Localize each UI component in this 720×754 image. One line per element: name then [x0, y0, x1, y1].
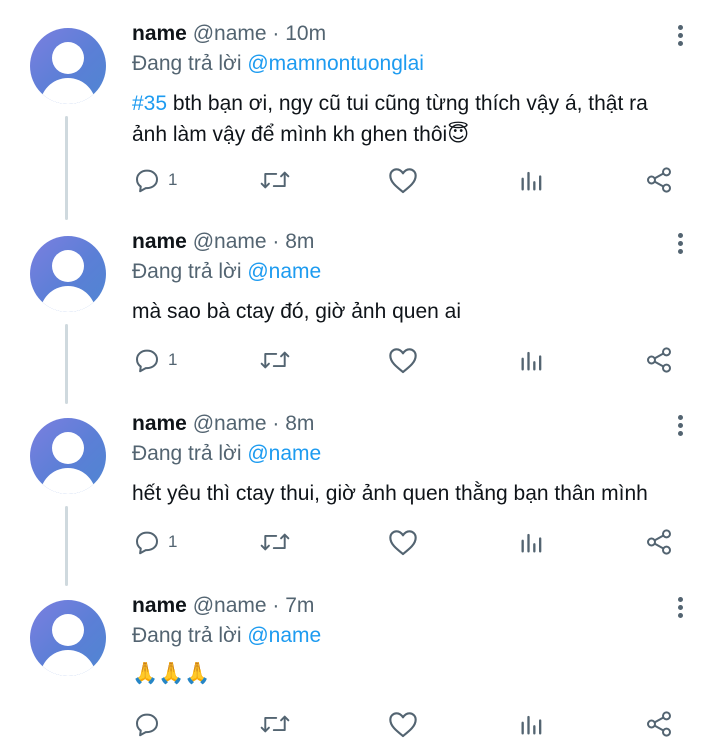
tweet-actions: 1 [0, 162, 720, 198]
reply-icon [136, 713, 158, 737]
reply-button[interactable] [132, 706, 168, 742]
display-name[interactable]: name [132, 230, 187, 253]
reply-icon [136, 169, 158, 193]
timestamp[interactable]: 8m [285, 230, 314, 253]
retweet-icon [260, 715, 290, 733]
like-button[interactable] [387, 162, 419, 198]
avatar[interactable] [30, 600, 106, 676]
like-button[interactable] [387, 342, 419, 378]
share-button[interactable] [644, 524, 674, 560]
more-vertical-icon[interactable] [672, 594, 688, 622]
timestamp[interactable]: 8m [285, 412, 314, 435]
mention-link[interactable]: @mamnontuonglai [247, 52, 424, 75]
reply-icon [136, 531, 158, 555]
mention-link[interactable]: @name [247, 442, 321, 465]
tweet-text: #35 bth bạn ơi, ngy cũ tui cũng từng thí… [132, 92, 648, 146]
reply-count: 1 [168, 532, 178, 551]
tweet[interactable]: name @name · 8m Đang trả lời @name hết y… [0, 402, 720, 584]
share-icon [647, 711, 671, 737]
reply-count: 1 [168, 350, 178, 369]
display-name[interactable]: name [132, 412, 187, 435]
tweet-header: name @name · 10m [132, 22, 327, 45]
replying-to: Đang trả lời @name [132, 442, 322, 465]
avatar[interactable] [30, 236, 106, 312]
share-button[interactable] [644, 706, 674, 742]
analytics-icon [521, 351, 542, 371]
more-vertical-icon[interactable] [672, 22, 688, 50]
analytics-icon [521, 171, 542, 191]
mention-link[interactable]: @name [247, 260, 321, 283]
reply-icon [136, 349, 158, 373]
tweet[interactable]: name @name · 8m Đang trả lời @name mà sa… [0, 220, 720, 402]
more-vertical-icon[interactable] [672, 412, 688, 440]
retweet-button[interactable] [258, 162, 292, 198]
views-button[interactable] [518, 162, 546, 198]
retweet-icon [260, 351, 290, 369]
like-button[interactable] [387, 524, 419, 560]
like-button[interactable] [387, 706, 419, 742]
tweet[interactable]: name @name · 10m Đang trả lời @mamnontuo… [0, 0, 720, 220]
retweet-button[interactable] [258, 706, 292, 742]
display-name[interactable]: name [132, 594, 187, 617]
heart-icon [389, 168, 417, 194]
replying-to: Đang trả lời @name [132, 260, 322, 283]
tweet-actions: 1 [0, 524, 720, 560]
hashtag-link[interactable]: #35 [132, 92, 167, 115]
views-button[interactable] [518, 706, 546, 742]
share-icon [647, 167, 671, 193]
tweet-actions [0, 706, 720, 742]
tweet-text: 🙏🙏🙏 [132, 662, 211, 685]
handle[interactable]: @name [193, 412, 267, 435]
retweet-button[interactable] [258, 524, 292, 560]
retweet-icon [260, 533, 290, 551]
share-icon [647, 347, 671, 373]
tweet[interactable]: name @name · 7m Đang trả lời @name 🙏🙏🙏 [0, 584, 720, 754]
timestamp[interactable]: 10m [285, 22, 326, 45]
share-icon [647, 529, 671, 555]
reply-button[interactable]: 1 [132, 162, 177, 198]
tweet-text: mà sao bà ctay đó, giờ ảnh quen ai [132, 300, 461, 323]
retweet-icon [260, 171, 290, 189]
reply-button[interactable]: 1 [132, 524, 177, 560]
views-button[interactable] [518, 342, 546, 378]
analytics-icon [521, 715, 542, 735]
analytics-icon [521, 533, 542, 553]
tweet-header: name @name · 7m [132, 594, 315, 617]
views-button[interactable] [518, 524, 546, 560]
replying-to: Đang trả lời @name [132, 624, 322, 647]
more-vertical-icon[interactable] [672, 230, 688, 258]
mention-link[interactable]: @name [247, 624, 321, 647]
timestamp[interactable]: 7m [285, 594, 314, 617]
heart-icon [389, 348, 417, 374]
avatar[interactable] [30, 418, 106, 494]
handle[interactable]: @name [193, 22, 267, 45]
display-name[interactable]: name [132, 22, 187, 45]
handle[interactable]: @name [193, 594, 267, 617]
tweet-actions: 1 [0, 342, 720, 378]
heart-icon [389, 530, 417, 556]
share-button[interactable] [644, 162, 674, 198]
reply-button[interactable]: 1 [132, 342, 177, 378]
tweet-header: name @name · 8m [132, 230, 315, 253]
avatar[interactable] [30, 28, 106, 104]
handle[interactable]: @name [193, 230, 267, 253]
replying-to: Đang trả lời @mamnontuonglai [132, 52, 424, 75]
tweet-text: hết yêu thì ctay thui, giờ ảnh quen thằn… [132, 482, 648, 505]
reply-count: 1 [168, 170, 178, 189]
retweet-button[interactable] [258, 342, 292, 378]
tweet-header: name @name · 8m [132, 412, 315, 435]
share-button[interactable] [644, 342, 674, 378]
heart-icon [389, 712, 417, 738]
